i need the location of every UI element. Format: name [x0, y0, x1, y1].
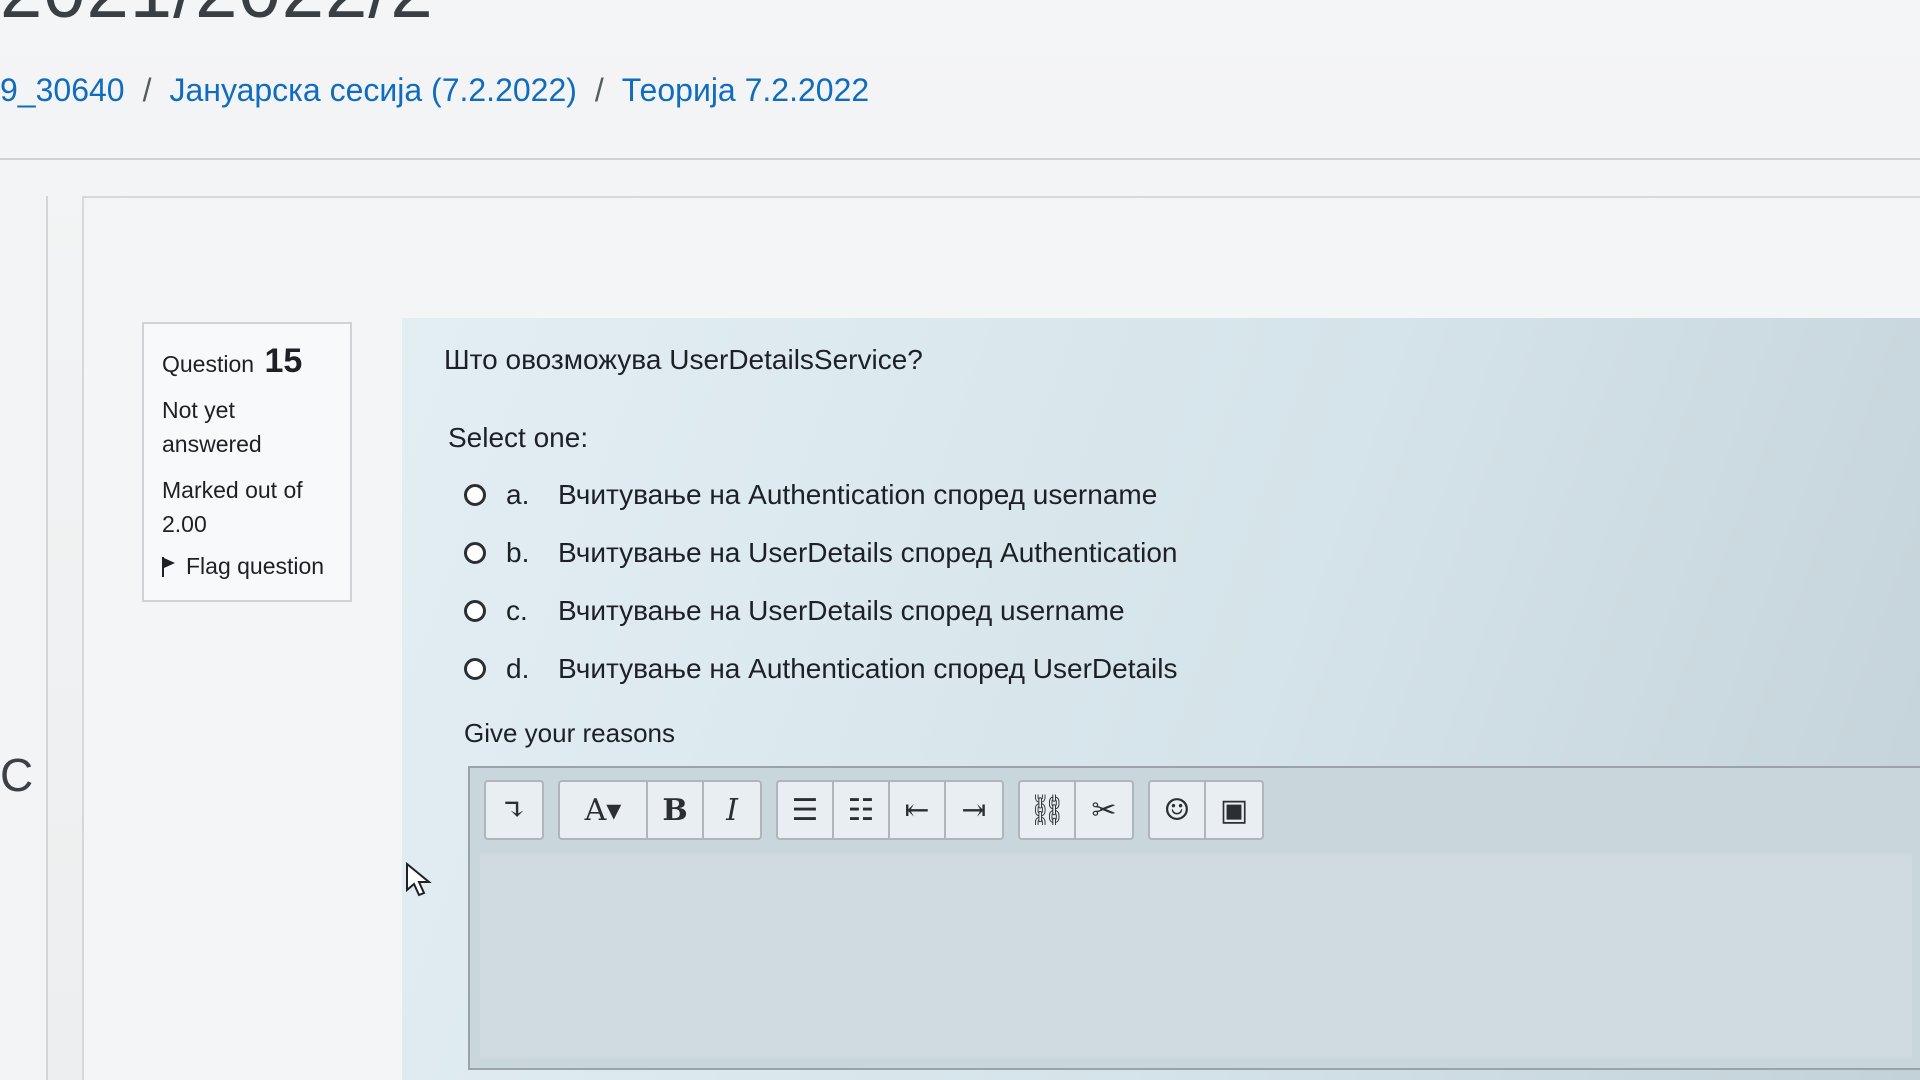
font-style-icon[interactable]: A▾ [560, 782, 648, 838]
answer-letter: d. [506, 653, 530, 684]
answer-letter: b. [506, 537, 530, 568]
breadcrumb-section[interactable]: Јануарска сесија (7.2.2022) [169, 72, 576, 109]
question-number-label: Question [162, 351, 255, 377]
answer-prompt: Select one: [448, 422, 589, 453]
header-divider [0, 158, 1920, 160]
expand-toolbar-icon[interactable]: ↴ [486, 782, 542, 838]
bold-icon[interactable]: B [648, 782, 704, 838]
indent-icon[interactable]: ⇥ [946, 782, 1002, 838]
answer-option-a[interactable]: a. Вчитување на Authentication според us… [464, 466, 1178, 524]
numbered-list-icon[interactable]: ☷ [834, 782, 890, 838]
answer-option-b[interactable]: b. Вчитување на UserDetails според Authe… [464, 524, 1178, 582]
drawer-toggle[interactable]: C [0, 748, 33, 802]
reasons-textarea[interactable] [480, 854, 1912, 1058]
radio-button[interactable] [464, 600, 486, 622]
quiz-page: 2021/2022/2 9_30640 / Јануарска сесија (… [0, 0, 1920, 1080]
rich-text-editor: ↴ A▾ B I ☰ ☷ ⇤ ⇥ ⛓ ✂ ☺ ▣ [468, 766, 1920, 1070]
answer-text: Вчитување на Authentication според UserD… [558, 653, 1178, 684]
course-title: 2021/2022/2 [0, 0, 434, 35]
answer-option-c[interactable]: c. Вчитување на UserDetails според usern… [464, 582, 1178, 640]
answer-letter: a. [506, 479, 530, 510]
link-icon[interactable]: ⛓ [1020, 782, 1076, 838]
image-icon[interactable]: ▣ [1206, 782, 1262, 838]
breadcrumb-quiz[interactable]: Теорија 7.2.2022 [622, 72, 869, 109]
reasons-label: Give your reasons [464, 718, 675, 748]
unlink-icon[interactable]: ✂ [1076, 782, 1132, 838]
answer-list: a. Вчитување на Authentication според us… [464, 466, 1178, 698]
flag-question-label: Flag question [186, 553, 325, 579]
outdent-icon[interactable]: ⇤ [890, 782, 946, 838]
toolbar-group-style: A▾ B I [558, 780, 762, 840]
editor-toolbar: ↴ A▾ B I ☰ ☷ ⇤ ⇥ ⛓ ✂ ☺ ▣ [484, 780, 1264, 840]
radio-button[interactable] [464, 658, 486, 680]
flag-icon [162, 556, 176, 577]
breadcrumb-course[interactable]: 9_30640 [0, 72, 125, 109]
question-text: Што овозможува UserDetailsService? [444, 344, 923, 375]
flag-question-button[interactable]: Flag question [162, 553, 334, 580]
question-formulation: Што овозможува UserDetailsService? Selec… [402, 318, 1920, 1080]
answer-text: Вчитување на UserDetails според username [558, 595, 1125, 626]
left-drawer [0, 196, 48, 1080]
toolbar-group-expand: ↴ [484, 780, 544, 840]
italic-icon[interactable]: I [704, 782, 760, 838]
answer-text: Вчитување на UserDetails според Authenti… [558, 537, 1178, 568]
answer-letter: c. [506, 595, 528, 626]
answer-option-d[interactable]: d. Вчитување на Authentication според Us… [464, 640, 1178, 698]
breadcrumb: 9_30640 / Јануарска сесија (7.2.2022) / … [0, 72, 869, 109]
question-state: Not yet answered [162, 397, 262, 457]
breadcrumb-separator: / [142, 72, 152, 108]
bullet-list-icon[interactable]: ☰ [778, 782, 834, 838]
breadcrumb-separator: / [594, 72, 604, 108]
radio-button[interactable] [464, 484, 486, 506]
toolbar-group-links: ⛓ ✂ [1018, 780, 1134, 840]
toolbar-group-media: ☺ ▣ [1148, 780, 1264, 840]
question-info-panel: Question 15 Not yet answered Marked out … [142, 322, 352, 602]
toolbar-group-lists: ☰ ☷ ⇤ ⇥ [776, 780, 1004, 840]
radio-button[interactable] [464, 542, 486, 564]
answer-text: Вчитување на Authentication според usern… [558, 479, 1158, 510]
question-number-value: 15 [264, 342, 303, 380]
question-grade: Marked out of 2.00 [162, 477, 303, 537]
pointer-cursor-icon [406, 862, 432, 897]
question-number: Question 15 [162, 342, 334, 381]
emoji-icon[interactable]: ☺ [1150, 782, 1206, 838]
